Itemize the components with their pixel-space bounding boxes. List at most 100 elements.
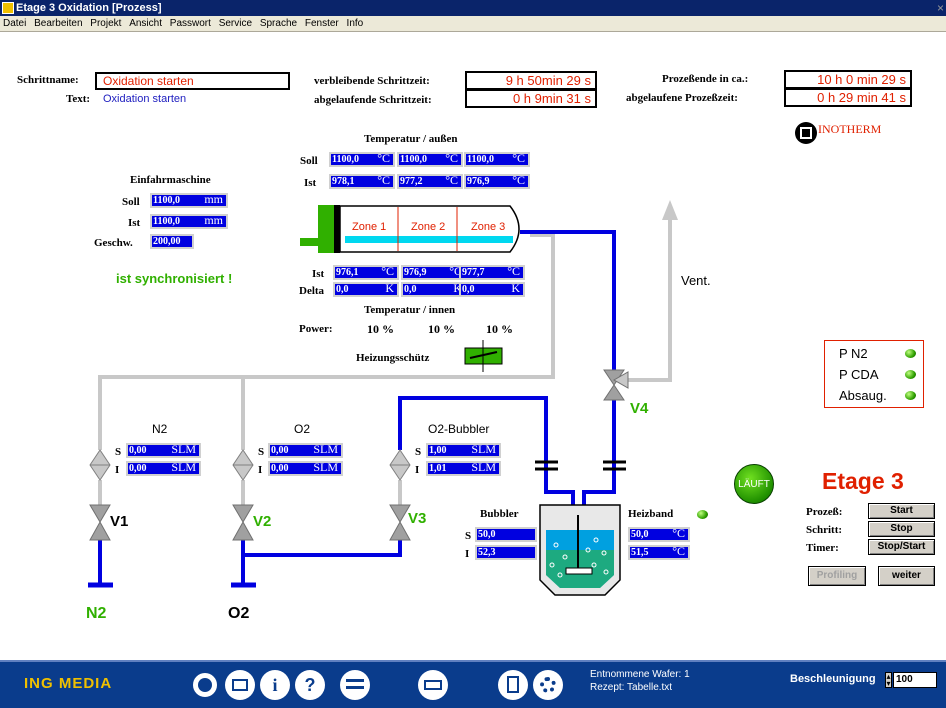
remaining-step-value: 9 h 50min 29 s	[465, 71, 597, 90]
power-value-1: 10 %	[367, 322, 394, 336]
einfahr-speed-field: 200,00	[150, 234, 194, 249]
temp-outer-ist-3: 976,9 °C	[464, 174, 530, 189]
valve-v1-label: V1	[110, 513, 129, 530]
mfc-n2-i-label: I	[115, 464, 120, 476]
profiling-button[interactable]: Profiling	[808, 566, 866, 586]
mfc-n2-i-field: 0,00 SLM	[126, 461, 201, 476]
elapsed-step-value: 0 h 9min 31 s	[465, 89, 597, 108]
wafer-count-text: Entnommene Wafer: 1	[590, 669, 690, 680]
p-cda-label: P CDA	[839, 367, 879, 382]
document-icon[interactable]	[498, 670, 528, 700]
bubbler-s-label: S	[465, 530, 472, 542]
mfc-bubbler-s-label: S	[415, 446, 422, 458]
step-name-field: Oxidation starten	[95, 72, 290, 90]
valve-v3-label: V3	[408, 510, 427, 527]
einfahr-soll-label: Soll	[122, 196, 140, 208]
timer-stopstart-button[interactable]: Stop/Start	[868, 539, 935, 555]
step-stop-button[interactable]: Stop	[868, 521, 935, 537]
heizband-led	[697, 510, 708, 519]
temp-outer-soll-2: 1100,0 °C	[397, 152, 463, 167]
mfc-n2-s-label: S	[115, 446, 122, 458]
source-o2-label: O2	[228, 605, 250, 622]
p-n2-label: P N2	[839, 346, 868, 361]
process-end-label: Prozeßende in ca.:	[662, 73, 749, 85]
bubbler-s-field: 50,0	[475, 527, 537, 542]
mfc-n2-s-field: 0,00 SLM	[126, 443, 201, 458]
help-icon[interactable]: ?	[295, 670, 325, 700]
mfc-bubbler-s-field: 1,00 SLM	[426, 443, 501, 458]
mfc-bubbler-title: O2-Bubbler	[428, 422, 490, 436]
power-value-3: 10 %	[486, 322, 513, 336]
layers-icon[interactable]	[340, 670, 370, 700]
temp-outer-ist-2: 977,2 °C	[397, 174, 463, 189]
step-text-value: Oxidation starten	[103, 93, 187, 105]
printer-icon[interactable]	[225, 670, 255, 700]
bubbler-vessel	[539, 504, 621, 596]
temp-inner-ist-label: Ist	[312, 268, 325, 280]
mfc-bubbler-i-field: 1,01 SLM	[426, 461, 501, 476]
bubbler-i-label: I	[465, 548, 470, 560]
app-window: Etage 3 Oxidation [Prozess] × Datei Bear…	[0, 0, 946, 708]
furnace-icon[interactable]	[418, 670, 448, 700]
einfahr-title: Einfahrmaschine	[130, 174, 211, 186]
temp-inner-delta-1: 0,0 K	[333, 282, 399, 297]
temp-outer-soll-3: 1100,0 °C	[464, 152, 530, 167]
elapsed-process-value: 0 h 29 min 41 s	[784, 88, 912, 107]
heizband-title: Heizband	[628, 508, 674, 520]
heizband-i-field: 51,5 °C	[628, 545, 690, 560]
process-end-value: 10 h 0 min 29 s	[784, 70, 912, 89]
absaug-led	[905, 391, 916, 400]
bubbler-i-field: 52,3	[475, 545, 537, 560]
power-label: Power:	[299, 323, 333, 335]
mfc-o2-i-field: 0,00 SLM	[268, 461, 343, 476]
settings-gear-icon[interactable]	[533, 670, 563, 700]
zone-1-label: Zone 1	[352, 221, 387, 233]
temp-inner-ist-2: 976,9 °C	[401, 265, 467, 280]
ingmedia-logo: ING MEDIA	[24, 675, 113, 692]
inotherm-logo-icon	[795, 122, 817, 144]
temp-outer-soll-1: 1100,0 °C	[329, 152, 395, 167]
acceleration-stepper[interactable]: ▴ ▾	[885, 672, 892, 688]
temp-outer-ist-label: Ist	[304, 177, 317, 189]
absaug-label: Absaug.	[839, 388, 887, 403]
einfahr-soll-field: 1100,0 mm	[150, 193, 228, 208]
temp-inner-delta-label: Delta	[299, 285, 325, 297]
record-icon[interactable]	[190, 670, 220, 700]
elapsed-process-label: abgelaufene Prozeßzeit:	[626, 92, 738, 104]
process-control-label: Prozeß:	[806, 506, 843, 518]
footer-bar: ING MEDIA i ? Entnommene Wafer: 1 Rezept…	[0, 660, 946, 708]
source-n2-label: N2	[86, 605, 107, 622]
weiter-button[interactable]: weiter	[878, 566, 935, 586]
mfc-o2-i-label: I	[258, 464, 263, 476]
temp-inner-delta-3: 0,0 K	[459, 282, 525, 297]
heater-switch-icon	[464, 340, 503, 372]
p-cda-led	[905, 370, 916, 379]
acceleration-input[interactable]: 100	[893, 672, 937, 688]
pressure-panel: P N2 P CDA Absaug.	[824, 340, 924, 408]
step-name-label: Schrittname:	[17, 74, 79, 86]
temp-outer-soll-label: Soll	[300, 155, 318, 167]
temp-inner-ist-3: 977,7 °C	[459, 265, 525, 280]
mfc-o2-title: O2	[294, 422, 311, 436]
temp-outer-ist-1: 978,1 °C	[329, 174, 395, 189]
running-indicator: LÄUFT	[734, 464, 774, 504]
einfahr-ist-field: 1100,0 mm	[150, 214, 228, 229]
bubbler-title: Bubbler	[480, 508, 519, 520]
valve-v2-label: V2	[253, 513, 272, 530]
zone-2-label: Zone 2	[411, 221, 446, 233]
mfc-o2-s-field: 0,00 SLM	[268, 443, 343, 458]
process-start-button[interactable]: Start	[868, 503, 935, 519]
einfahr-ist-label: Ist	[128, 217, 141, 229]
acceleration-label: Beschleunigung	[790, 673, 876, 685]
elapsed-step-label: abgelaufende Schrittzeit:	[314, 94, 432, 106]
sync-status-text: ist synchronisiert !	[116, 271, 233, 286]
temp-outer-title: Temperatur / außen	[364, 133, 458, 145]
temp-inner-delta-2: 0,0 K	[401, 282, 467, 297]
info-icon[interactable]: i	[260, 670, 290, 700]
heater-switch-label: Heizungsschütz	[356, 352, 430, 364]
timer-control-label: Timer:	[806, 542, 839, 554]
power-value-2: 10 %	[428, 322, 455, 336]
einfahr-speed-label: Geschw.	[94, 237, 133, 249]
stage-title: Etage 3	[822, 468, 904, 494]
heizband-s-field: 50,0 °C	[628, 527, 690, 542]
